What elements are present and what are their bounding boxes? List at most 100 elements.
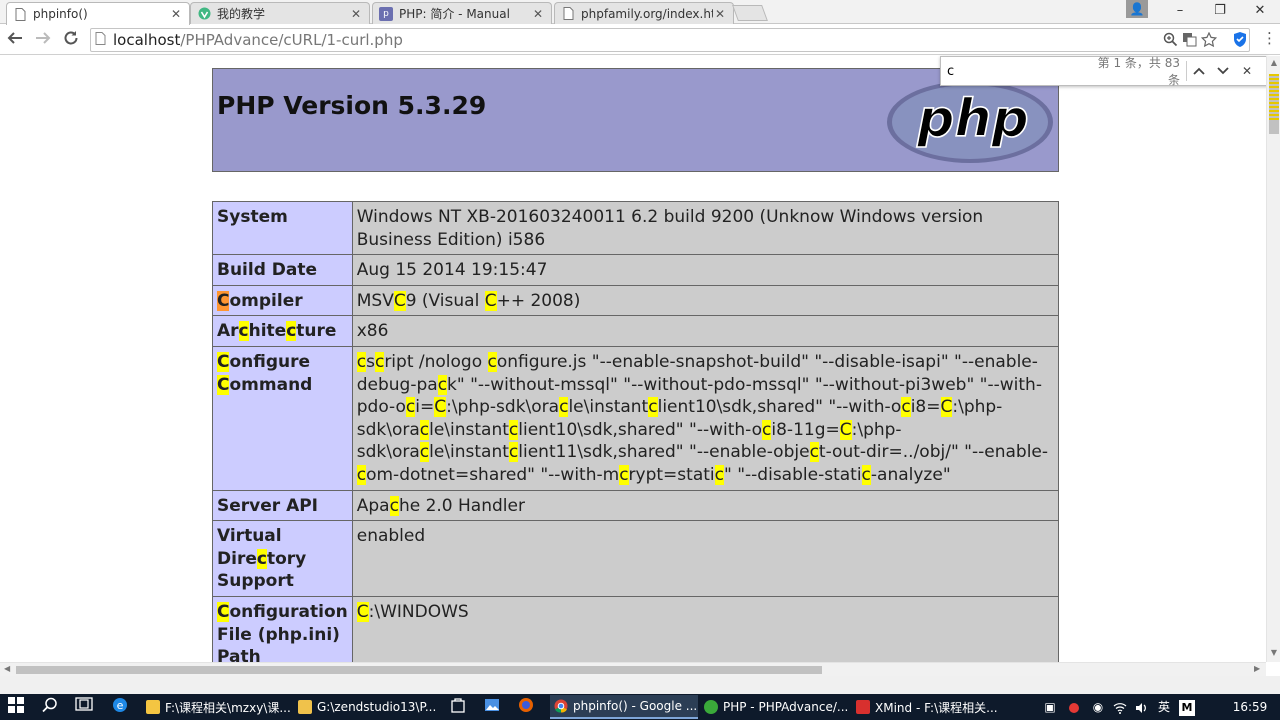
svg-text:e: e	[117, 699, 124, 712]
find-match: c	[405, 397, 416, 418]
scroll-right-arrow-icon[interactable]: ▶	[1254, 664, 1260, 673]
tab-close-icon[interactable]: ✕	[531, 7, 545, 21]
taskbar-chrome[interactable]: phpinfo() - Google ...	[550, 695, 698, 719]
find-match: C	[356, 602, 369, 623]
find-match: c	[256, 548, 267, 569]
clock-time[interactable]: 16:59	[1226, 694, 1274, 720]
find-match: C	[393, 290, 406, 311]
page-title: PHP Version 5.3.29	[217, 91, 487, 120]
row-key: Build Date	[212, 254, 353, 286]
reload-button[interactable]	[60, 29, 82, 51]
scroll-up-arrow-icon[interactable]: ▲	[1267, 58, 1280, 67]
back-button[interactable]	[4, 29, 26, 51]
wifi-icon[interactable]	[1110, 694, 1130, 720]
find-match: C	[940, 397, 953, 418]
table-row: Compiler MSVC9 (Visual C++ 2008)	[212, 284, 1060, 317]
new-tab-button[interactable]	[732, 5, 768, 21]
taskbar-phpstorm[interactable]: PHP - PHPAdvance/...	[700, 695, 848, 719]
folder-icon	[298, 700, 312, 714]
page-icon	[13, 7, 27, 21]
find-match: C	[434, 397, 447, 418]
tab-close-icon[interactable]: ✕	[169, 7, 183, 21]
row-value: Apache 2.0 Handler	[351, 489, 1060, 522]
row-value: x86	[351, 315, 1060, 347]
table-row: Virtual Directory Support enabled	[212, 520, 1060, 598]
row-key: Configuration File (php.ini) Path	[212, 596, 353, 662]
vertical-scrollbar[interactable]: ▲ ▼	[1266, 56, 1280, 662]
extension-shield-icon[interactable]	[1232, 31, 1248, 48]
address-bar[interactable]: localhost/PHPAdvance/cURL/1-curl.php	[90, 28, 1250, 52]
ime-m-icon[interactable]: M	[1176, 694, 1198, 720]
menu-icon[interactable]: ⋮	[1262, 29, 1277, 47]
tray-network-icon[interactable]: ▣	[1040, 694, 1060, 720]
translate-icon[interactable]	[1182, 32, 1197, 51]
taskbar-explorer-zendstudio[interactable]: G:\zendstudio13\P...	[294, 695, 442, 719]
edge-browser-icon[interactable]: e	[110, 697, 130, 717]
row-value: Aug 15 2014 19:15:47	[351, 254, 1060, 286]
find-match: c	[901, 397, 911, 418]
bookmark-star-icon[interactable]	[1200, 31, 1218, 51]
find-close-button[interactable]: ✕	[1235, 59, 1259, 83]
find-match: c	[389, 495, 399, 516]
taskbar-item-label: F:\课程相关\mzxy\课...	[165, 700, 291, 715]
tray-app-icon[interactable]: ◉	[1088, 694, 1108, 720]
page-info-icon[interactable]	[95, 31, 113, 49]
close-window-button[interactable]: ✕	[1240, 0, 1280, 22]
forward-button[interactable]	[32, 29, 54, 51]
find-previous-button[interactable]	[1187, 59, 1211, 83]
row-key: Compiler	[212, 284, 353, 317]
url-path: /PHPAdvance/cURL/1-curl.php	[180, 31, 403, 49]
tab-close-icon[interactable]: ✕	[713, 7, 727, 21]
app-icon	[704, 700, 718, 714]
chevron-up-icon	[1193, 67, 1205, 75]
tab-phpinfo[interactable]: phpinfo() ✕	[6, 2, 190, 25]
tray-record-icon[interactable]	[1064, 694, 1084, 720]
tab-title: phpinfo()	[33, 7, 88, 21]
tab-my-teaching[interactable]: 我的教学 ✕	[190, 2, 370, 24]
find-match: C	[217, 602, 230, 623]
tab-title: phpfamily.org/index.htm	[581, 6, 713, 21]
find-match: c	[356, 464, 367, 485]
scroll-left-arrow-icon[interactable]: ◀	[4, 664, 10, 673]
status-strip	[0, 676, 1280, 694]
row-key: System	[212, 200, 353, 256]
taskbar-explorer-mzxy[interactable]: F:\课程相关\mzxy\课...	[142, 695, 292, 719]
find-match: c	[508, 419, 519, 440]
minimize-button[interactable]: –	[1160, 0, 1200, 22]
user-profile-icon[interactable]: 👤	[1126, 0, 1148, 18]
find-match: c	[861, 464, 871, 485]
find-match: c	[508, 442, 519, 463]
firefox-icon[interactable]	[516, 697, 536, 717]
taskbar-xmind[interactable]: XMind - F:\课程相关...	[852, 695, 1000, 719]
folder-icon	[146, 700, 160, 714]
maximize-button[interactable]: ❐	[1200, 0, 1240, 22]
row-key: Architecture	[212, 315, 353, 347]
table-row: Server API Apache 2.0 Handler	[212, 489, 1060, 522]
table-row: Build Date Aug 15 2014 19:15:47	[212, 254, 1060, 286]
tab-php-manual[interactable]: p PHP: 简介 - Manual ✕	[372, 2, 552, 24]
zoom-icon[interactable]	[1163, 32, 1178, 51]
tab-close-icon[interactable]: ✕	[349, 7, 363, 21]
ime-mode-indicator[interactable]: 英	[1154, 694, 1174, 720]
row-key: Virtual Directory Support	[212, 520, 353, 598]
photos-icon[interactable]	[482, 697, 502, 717]
task-view-icon[interactable]	[74, 697, 94, 717]
scroll-down-arrow-icon[interactable]: ▼	[1267, 648, 1280, 657]
horizontal-scrollbar[interactable]: ◀ ▶	[0, 662, 1266, 676]
find-result-markers	[1269, 74, 1279, 122]
windows-start-icon[interactable]	[6, 697, 26, 717]
find-bar: 第 1 条，共 83 条 ✕	[940, 56, 1268, 87]
find-match: c	[762, 419, 772, 440]
store-icon[interactable]	[448, 697, 468, 717]
find-match: c	[487, 351, 497, 372]
find-input[interactable]	[941, 59, 1091, 83]
tab-phpfamily[interactable]: phpfamily.org/index.htm ✕	[554, 2, 734, 24]
find-next-button[interactable]	[1211, 59, 1235, 83]
page-icon	[561, 7, 575, 21]
search-icon[interactable]	[40, 697, 60, 717]
volume-icon[interactable]	[1132, 694, 1152, 720]
table-row: Configure Command cscript /nologo config…	[212, 345, 1060, 491]
find-match: c	[286, 321, 297, 342]
horizontal-scroll-thumb[interactable]	[16, 666, 822, 674]
find-match: c	[238, 321, 249, 342]
